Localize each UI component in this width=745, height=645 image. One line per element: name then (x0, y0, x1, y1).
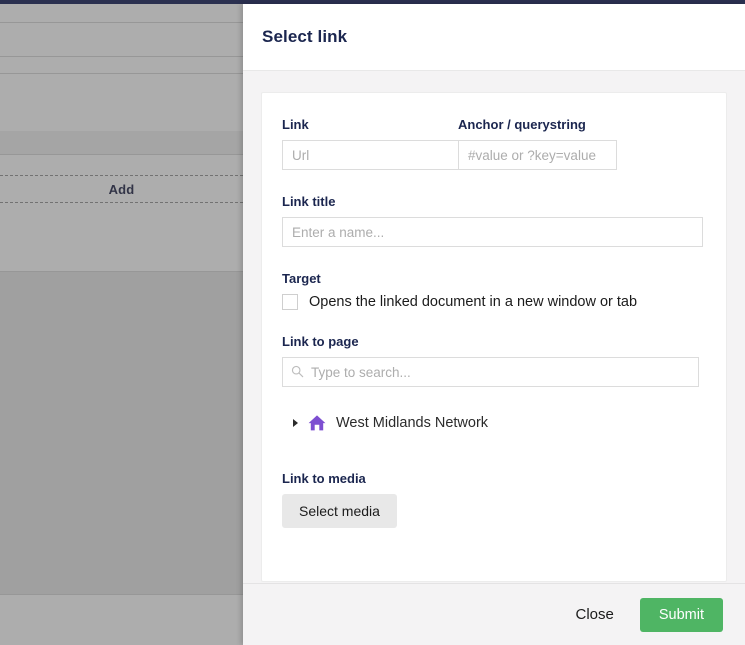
select-link-dialog: Select link Link Anchor / querystring Li… (243, 4, 745, 645)
target-field: Target Opens the linked document in a ne… (282, 271, 706, 310)
page-search-wrapper (282, 357, 699, 387)
anchor-querystring-input[interactable] (458, 140, 617, 170)
link-to-page-field: Link to page West Midlands Network (282, 334, 706, 433)
modal-overlay-scrim[interactable] (0, 4, 243, 645)
link-label: Link (282, 117, 309, 132)
target-checkbox-label: Opens the linked document in a new windo… (309, 294, 638, 310)
link-anchor-inputs (282, 140, 706, 170)
close-button[interactable]: Close (574, 602, 616, 627)
link-to-page-label: Link to page (282, 334, 359, 349)
home-icon (308, 415, 326, 431)
link-anchor-labels: Link Anchor / querystring (282, 117, 706, 140)
page-search-input[interactable] (282, 357, 699, 387)
link-to-media-field: Link to media Select media (282, 471, 706, 528)
link-url-input[interactable] (282, 140, 458, 170)
dialog-footer: Close Submit (243, 583, 745, 645)
link-title-field: Link title (282, 194, 706, 247)
dialog-body: Link Anchor / querystring Link title Tar… (243, 71, 745, 583)
target-label: Target (282, 271, 321, 286)
link-form-card: Link Anchor / querystring Link title Tar… (261, 92, 727, 582)
tree-item-label: West Midlands Network (336, 415, 489, 431)
link-title-label: Link title (282, 194, 336, 209)
target-checkbox-row[interactable]: Opens the linked document in a new windo… (282, 294, 706, 310)
target-new-window-checkbox[interactable] (282, 294, 298, 310)
tree-item-west-midlands-network[interactable]: West Midlands Network (293, 413, 706, 433)
dialog-header: Select link (243, 4, 745, 71)
dialog-title: Select link (262, 27, 348, 46)
select-media-button[interactable]: Select media (282, 494, 397, 528)
anchor-label: Anchor / querystring (458, 117, 586, 132)
link-to-media-label: Link to media (282, 471, 366, 486)
submit-button[interactable]: Submit (639, 597, 723, 632)
link-title-input[interactable] (282, 217, 703, 247)
page-tree: West Midlands Network (282, 413, 706, 433)
caret-right-icon[interactable] (293, 419, 298, 427)
